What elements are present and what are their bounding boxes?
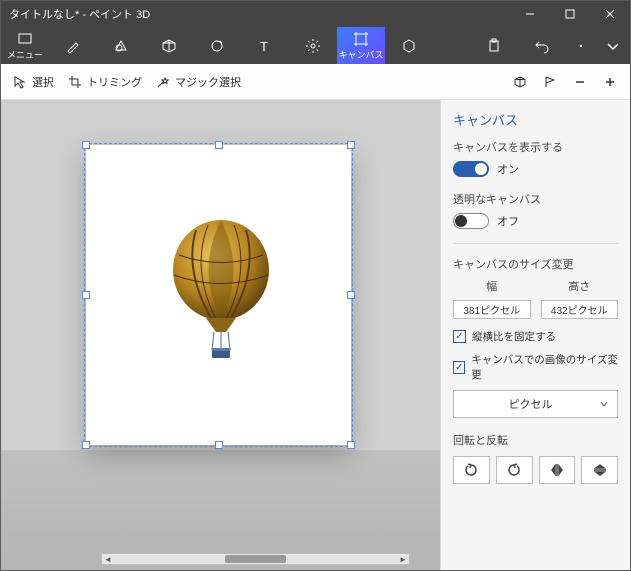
show-canvas-label: キャンバスを表示する [453, 139, 618, 155]
app-window: タイトルなし* - ペイント 3D メニュー T キャンバス 選択 [0, 0, 631, 571]
resize-handle-bl[interactable] [82, 441, 90, 449]
height-label: 高さ [541, 278, 619, 294]
menu-button[interactable]: メニュー [1, 27, 49, 64]
panel-title: キャンバス [453, 110, 618, 129]
canvas-viewport[interactable]: ◄ ► [1, 100, 440, 570]
close-button[interactable] [590, 1, 630, 27]
2d-shapes-button[interactable] [97, 27, 145, 64]
resize-image-label: キャンバスでの画像のサイズ変更 [471, 352, 618, 382]
divider [453, 243, 618, 244]
history-dropdown[interactable] [566, 27, 596, 64]
resize-label: キャンバスのサイズ変更 [453, 256, 618, 272]
stickers-button[interactable] [193, 27, 241, 64]
menu-label: メニュー [7, 48, 43, 61]
resize-handle-r[interactable] [347, 291, 355, 299]
zoom-out-button[interactable] [566, 75, 594, 89]
transparent-state: オフ [497, 213, 519, 229]
magic-select-tool[interactable]: マジック選択 [150, 70, 247, 94]
lock-aspect-checkbox[interactable]: ✓ 縦横比を固定する [453, 329, 618, 344]
minimize-button[interactable] [510, 1, 550, 27]
height-input[interactable] [541, 300, 619, 319]
resize-handle-tl[interactable] [82, 141, 90, 149]
main-toolbar: メニュー T キャンバス [1, 27, 630, 64]
transparent-toggle[interactable]: オフ [453, 213, 618, 229]
sub-toolbar: 選択 トリミング マジック選択 [1, 64, 630, 100]
flag-button[interactable] [536, 75, 564, 89]
3d-shapes-button[interactable] [145, 27, 193, 64]
title-bar: タイトルなし* - ペイント 3D [1, 1, 630, 27]
flip-horizontal-button[interactable] [539, 456, 576, 484]
canvas-wrapper [86, 145, 351, 445]
text-button[interactable]: T [241, 27, 289, 64]
select-tool[interactable]: 選択 [7, 70, 60, 94]
crop-tool[interactable]: トリミング [62, 70, 148, 94]
undo-button[interactable] [518, 27, 566, 64]
crop-label: トリミング [87, 74, 142, 90]
lock-aspect-label: 縦横比を固定する [472, 329, 556, 344]
magic-label: マジック選択 [175, 74, 241, 90]
window-title: タイトルなし* - ペイント 3D [9, 6, 150, 22]
3d-library-button[interactable] [385, 27, 433, 64]
resize-handle-tr[interactable] [347, 141, 355, 149]
show-canvas-state: オン [497, 161, 519, 177]
show-canvas-toggle[interactable]: オン [453, 161, 618, 177]
unit-select[interactable]: ピクセル [453, 390, 618, 418]
expand-button[interactable] [596, 27, 630, 64]
width-input[interactable] [453, 300, 531, 319]
flip-vertical-button[interactable] [581, 456, 618, 484]
paste-button[interactable] [470, 27, 518, 64]
check-icon: ✓ [453, 330, 466, 343]
side-panel: キャンバス キャンバスを表示する オン 透明なキャンバス オフ キャンバスのサイ… [440, 100, 630, 570]
content-area: ◄ ► キャンバス キャンバスを表示する オン 透明なキャンバス オフ キャンバ… [1, 100, 630, 570]
unit-label: ピクセル [462, 396, 599, 412]
rotate-label: 回転と反転 [453, 432, 618, 448]
check-icon: ✓ [453, 361, 465, 374]
canvas-label: キャンバス [338, 48, 383, 61]
rotate-cw-button[interactable] [496, 456, 533, 484]
resize-image-checkbox[interactable]: ✓ キャンバスでの画像のサイズ変更 [453, 352, 618, 382]
chevron-down-icon [599, 399, 609, 409]
selection-outline [84, 143, 353, 447]
resize-handle-t[interactable] [215, 141, 223, 149]
resize-handle-l[interactable] [82, 291, 90, 299]
3d-view-button[interactable] [506, 75, 534, 89]
select-label: 選択 [32, 74, 54, 90]
maximize-button[interactable] [550, 1, 590, 27]
brushes-button[interactable] [49, 27, 97, 64]
horizontal-scrollbar[interactable]: ◄ ► [101, 553, 410, 565]
transparent-label: 透明なキャンバス [453, 191, 618, 207]
svg-text:T: T [260, 39, 268, 54]
rotate-ccw-button[interactable] [453, 456, 490, 484]
floor-gradient [1, 450, 440, 570]
scroll-right-arrow[interactable]: ► [397, 554, 409, 564]
canvas-button[interactable]: キャンバス [337, 27, 385, 64]
scroll-left-arrow[interactable]: ◄ [102, 554, 114, 564]
width-label: 幅 [453, 278, 531, 294]
resize-handle-br[interactable] [347, 441, 355, 449]
scroll-thumb[interactable] [225, 555, 286, 563]
resize-handle-b[interactable] [215, 441, 223, 449]
effects-button[interactable] [289, 27, 337, 64]
zoom-in-button[interactable] [596, 75, 624, 89]
